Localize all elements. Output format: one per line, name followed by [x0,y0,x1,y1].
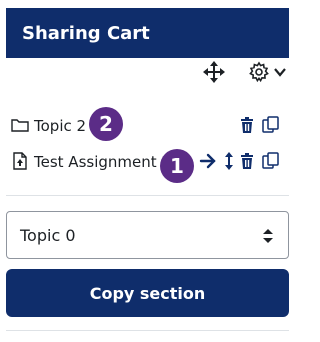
arrow-right-icon[interactable] [199,152,217,170]
divider [6,330,289,331]
folder-icon [11,119,29,132]
item-label: Topic 2 [34,117,87,135]
block-header: Sharing Cart [6,8,289,58]
gear-icon[interactable] [248,61,270,83]
divider [6,195,289,196]
delete-icon[interactable] [238,152,256,170]
sharing-cart-item-section: Topic 2 [8,111,291,141]
sharing-cart-item-activity: Test Assignment 2 [8,147,291,177]
move-icon[interactable] [203,61,225,83]
chevron-down-icon[interactable] [273,65,287,79]
copy-icon[interactable] [262,116,280,134]
copy-icon[interactable] [262,152,280,170]
assignment-icon [13,152,27,170]
copy-section-label: Copy section [89,283,206,303]
delete-icon[interactable] [238,116,256,134]
move-vertical-icon[interactable] [220,152,238,170]
annotation-badge: 2 [89,107,123,141]
select-arrows-icon [263,229,273,243]
section-select[interactable]: Topic 0 [6,211,289,259]
copy-section-button[interactable]: Copy section [6,269,289,317]
item-label: Test Assignment 2 [34,153,171,171]
annotation-badge: 1 [160,149,194,183]
section-select-value: Topic 0 [20,226,76,245]
block-title: Sharing Cart [22,22,150,44]
